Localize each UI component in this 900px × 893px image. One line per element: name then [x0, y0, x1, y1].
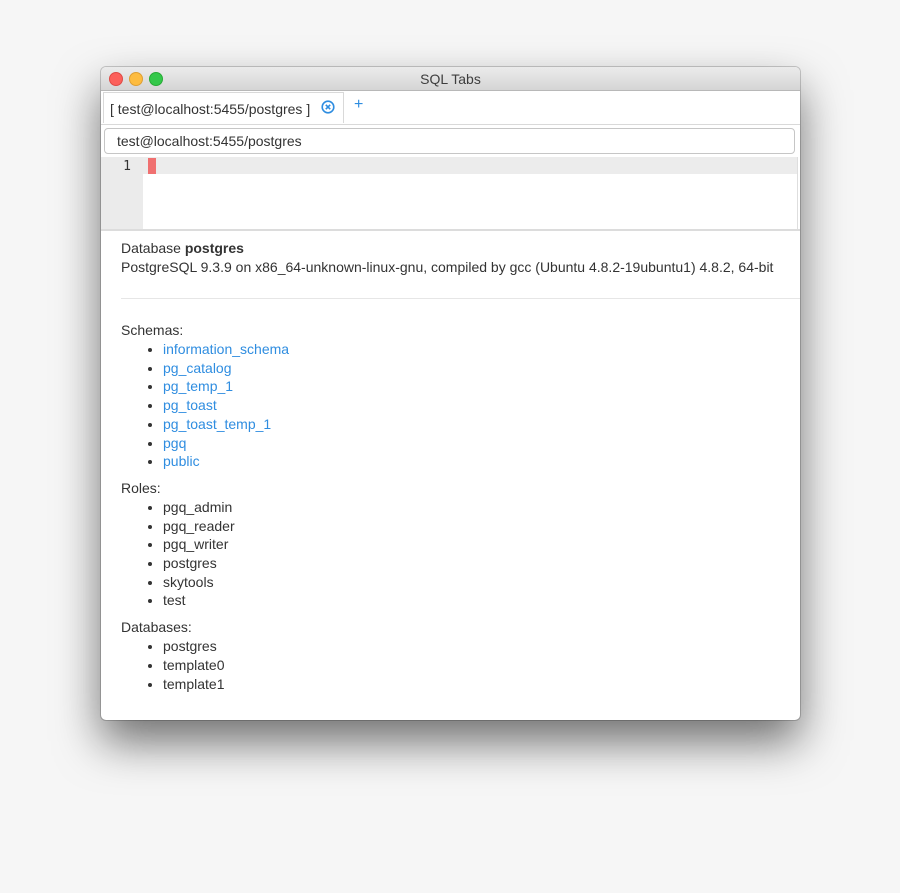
databases-label: Databases: — [121, 619, 192, 636]
list-item: template1 — [163, 675, 800, 694]
connection-input[interactable] — [104, 128, 795, 154]
editor-scroll-edge — [797, 157, 798, 229]
list-item: information_schema — [163, 340, 800, 359]
database-version: PostgreSQL 9.3.9 on x86_64-unknown-linux… — [121, 259, 774, 275]
title-bar[interactable]: SQL Tabs — [101, 67, 800, 91]
roles-list: pgq_admin pgq_reader pgq_writer postgres… — [121, 498, 800, 610]
plus-icon[interactable]: + — [354, 96, 363, 114]
roles-label: Roles: — [121, 479, 161, 496]
schema-link[interactable]: public — [163, 453, 200, 469]
schema-link[interactable]: pg_catalog — [163, 360, 232, 376]
results-panel: Database postgres PostgreSQL 9.3.9 on x8… — [101, 231, 800, 693]
databases-list: postgres template0 template1 — [121, 637, 800, 693]
list-item: postgres — [163, 554, 800, 573]
list-item: test — [163, 591, 800, 610]
list-item: pgq_reader — [163, 517, 800, 536]
active-line-highlight — [143, 157, 798, 174]
list-item: pgq — [163, 434, 800, 453]
sql-editor[interactable]: 1 — [101, 157, 800, 231]
tab-label: [ test@localhost:5455/postgres ] — [110, 101, 311, 117]
schema-link[interactable]: pg_temp_1 — [163, 378, 233, 394]
schema-link[interactable]: pg_toast_temp_1 — [163, 416, 271, 432]
list-item: template0 — [163, 656, 800, 675]
list-item: skytools — [163, 573, 800, 592]
list-item: pg_catalog — [163, 359, 800, 378]
text-cursor — [148, 158, 156, 174]
tab-connection[interactable]: [ test@localhost:5455/postgres ] — [103, 92, 344, 123]
list-item: pgq_admin — [163, 498, 800, 517]
schemas-list: information_schema pg_catalog pg_temp_1 … — [121, 340, 800, 471]
list-item: postgres — [163, 637, 800, 656]
divider — [121, 298, 800, 299]
tab-bar: [ test@localhost:5455/postgres ] + — [101, 91, 800, 125]
list-item: public — [163, 452, 800, 471]
schema-link[interactable]: pgq — [163, 435, 186, 451]
schema-link[interactable]: information_schema — [163, 341, 289, 357]
list-item: pg_temp_1 — [163, 377, 800, 396]
list-item: pg_toast — [163, 396, 800, 415]
window-title: SQL Tabs — [420, 71, 481, 87]
schemas-label: Schemas: — [121, 322, 184, 338]
list-item: pg_toast_temp_1 — [163, 415, 800, 434]
line-number: 1 — [123, 159, 131, 174]
database-name: postgres — [184, 240, 244, 256]
database-prefix: Database — [121, 240, 185, 256]
schema-link[interactable]: pg_toast — [163, 397, 217, 413]
circle-x-icon[interactable] — [321, 100, 335, 114]
editor-gutter: 1 — [101, 157, 143, 229]
app-window: SQL Tabs [ test@localhost:5455/postgres … — [101, 67, 800, 720]
list-item: pgq_writer — [163, 535, 800, 554]
connection-bar — [101, 125, 800, 157]
database-header: Database postgres — [121, 239, 800, 258]
